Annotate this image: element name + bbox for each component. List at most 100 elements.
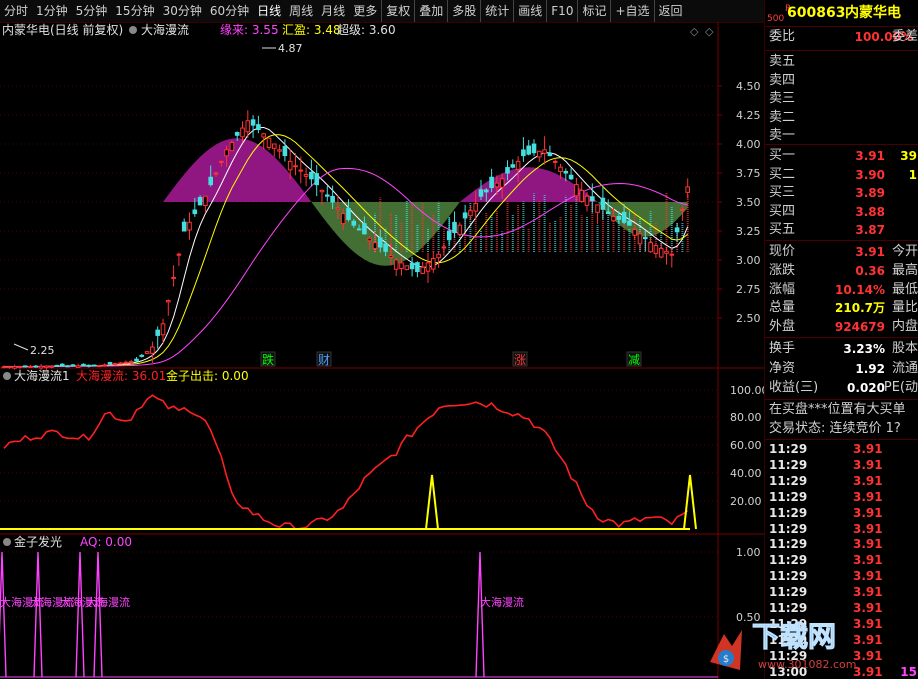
- action-button[interactable]: 多股: [447, 0, 480, 22]
- period-button[interactable]: 15分钟: [111, 0, 158, 22]
- signal-label: 涨: [514, 352, 526, 367]
- candle-body: [240, 127, 245, 138]
- aq-spike: [0, 551, 7, 678]
- period-button[interactable]: 5分钟: [72, 0, 112, 22]
- candle-body: [187, 221, 192, 231]
- candle-body: [54, 364, 60, 367]
- candle-body: [1, 366, 7, 369]
- candle-body: [415, 262, 420, 273]
- action-button[interactable]: 返回: [653, 0, 687, 22]
- quote-stat-row: 净资 1.92 流通: [765, 360, 918, 378]
- candle-body: [309, 171, 314, 180]
- candle-body: [33, 365, 39, 368]
- period-button[interactable]: 更多: [349, 0, 381, 22]
- settings-icon: ◇: [705, 25, 714, 38]
- diamond-icon: ◇: [690, 25, 699, 38]
- candle-body: [658, 247, 664, 258]
- candle-body: [356, 228, 362, 231]
- signal-label: 减: [628, 353, 640, 367]
- candle-body: [91, 364, 97, 367]
- sub1-value: 大海漫流: 36.01: [76, 368, 166, 383]
- candle-body: [44, 365, 49, 369]
- indicator-panel-1: [0, 394, 697, 530]
- candle-body: [155, 329, 160, 336]
- indicator-panel-2: [0, 551, 718, 678]
- candle-body: [282, 146, 288, 157]
- tick-price: 3.91: [853, 473, 883, 488]
- row-label: 涨跌: [769, 262, 796, 278]
- action-button[interactable]: 标记: [577, 0, 610, 22]
- collapse-icon: [3, 538, 11, 546]
- candle-body: [86, 364, 92, 367]
- row-label: 买一: [769, 148, 796, 163]
- period-button[interactable]: 30分钟: [159, 0, 206, 22]
- low-pointer: [13, 343, 29, 351]
- candle-body: [378, 237, 383, 248]
- candle-body: [515, 160, 521, 170]
- candle-body: [144, 351, 150, 354]
- action-button[interactable]: 画线: [513, 0, 546, 22]
- period-button[interactable]: 日线: [253, 0, 285, 22]
- candle-body: [680, 208, 685, 211]
- candle-body: [478, 189, 484, 197]
- aq-spike: [33, 551, 43, 678]
- period-button[interactable]: 60分钟: [206, 0, 253, 22]
- period-button[interactable]: 月线: [317, 0, 349, 22]
- candle-body: [499, 178, 505, 188]
- row-extra: 内盘: [891, 319, 918, 335]
- cloud-negative: [4, 202, 688, 266]
- row-label: 卖一: [769, 128, 796, 143]
- candle-body: [160, 323, 166, 336]
- candle-body: [330, 195, 335, 203]
- row-label: 外盘: [769, 319, 796, 335]
- quote-stat-row: 现价 3.91 今开: [765, 243, 918, 261]
- candle-body: [399, 262, 404, 269]
- kline-chart[interactable]: 4.50 4.25 4.00 3.75 3.50 3.25 3.00 2.75 2.50 100.…: [0, 22, 764, 679]
- candle-body: [674, 227, 680, 233]
- candle-body: [637, 233, 643, 245]
- candle-body: [685, 186, 691, 193]
- row-extra: 流通: [891, 360, 918, 376]
- candle-body: [245, 120, 251, 133]
- action-button[interactable]: 叠加: [414, 0, 447, 22]
- candle-body: [150, 346, 155, 354]
- row-value: 10.14%: [835, 282, 885, 297]
- chart-grid: [0, 22, 764, 679]
- candle-body: [81, 363, 86, 367]
- row-label: 换手: [769, 341, 796, 356]
- action-button[interactable]: 统计: [480, 0, 513, 22]
- sub1-line: [3, 394, 689, 530]
- candle-body: [266, 137, 272, 148]
- candle-body: [261, 133, 266, 138]
- row-value: 924679: [834, 320, 885, 335]
- candle-body: [340, 213, 346, 225]
- candle-body: [404, 265, 410, 271]
- candle-body: [97, 365, 102, 368]
- period-button[interactable]: 周线: [285, 0, 317, 22]
- action-button[interactable]: +自选: [610, 0, 653, 22]
- candle-body: [277, 149, 282, 152]
- candle-body: [118, 362, 123, 365]
- period-button[interactable]: 1分钟: [32, 0, 72, 22]
- y-axis-label: 3.00: [736, 254, 761, 267]
- tick-time: 11:29: [769, 521, 808, 536]
- candle-body: [166, 300, 171, 303]
- tick-price: 3.91: [853, 585, 883, 600]
- candle-body: [362, 223, 367, 235]
- candle-body: [611, 216, 616, 222]
- action-button[interactable]: F10: [546, 0, 577, 22]
- row-label: 买四: [769, 203, 796, 219]
- signal-label: 财: [318, 353, 330, 367]
- weibi-extra: 委差: [891, 29, 918, 44]
- buy-volume: 39: [900, 149, 917, 163]
- action-button[interactable]: 复权: [381, 0, 414, 22]
- row-label: 总量: [769, 300, 796, 316]
- candle-body: [12, 366, 17, 369]
- candle-body: [616, 215, 622, 220]
- period-button[interactable]: 分时: [0, 0, 32, 22]
- tick-price: 3.91: [853, 569, 883, 584]
- row-label: 收益(三): [769, 380, 819, 395]
- row-value: 3.91: [855, 149, 885, 163]
- tick-time: 11:29: [769, 553, 808, 568]
- candle-body: [653, 245, 659, 254]
